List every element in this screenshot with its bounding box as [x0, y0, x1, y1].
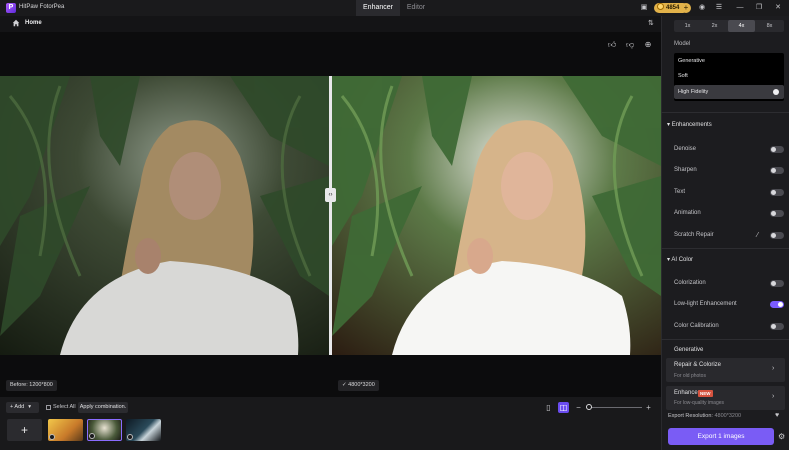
- scratch-repair-toggle[interactable]: [770, 232, 784, 239]
- apply-combination-button[interactable]: Apply combination.: [78, 402, 128, 413]
- select-all-checkbox[interactable]: [46, 405, 51, 410]
- after-image: [332, 76, 661, 355]
- maximize-icon[interactable]: ❐: [754, 3, 764, 13]
- thumbs-down-icon[interactable]: 👎︎: [625, 40, 635, 50]
- coin-icon: [657, 3, 664, 10]
- chevron-right-icon: ›: [772, 365, 775, 372]
- home-icon[interactable]: [12, 19, 20, 27]
- thumbnail-1[interactable]: [48, 419, 83, 441]
- model-high-fidelity-label: High Fidelity: [678, 89, 709, 95]
- color-calibration-label: Color Calibration: [674, 323, 719, 329]
- thumbnail-3[interactable]: [126, 419, 161, 441]
- animation-toggle[interactable]: [770, 210, 784, 217]
- breadcrumb-home[interactable]: Home: [25, 20, 42, 26]
- divider-handle[interactable]: ‹›: [325, 188, 336, 202]
- magic-wand-icon[interactable]: ⁄: [757, 232, 765, 240]
- zoom-in-icon[interactable]: +: [643, 402, 654, 413]
- help-icon[interactable]: ◉: [697, 3, 707, 13]
- sharpen-toggle[interactable]: [770, 167, 784, 174]
- denoise-label: Denoise: [674, 146, 697, 152]
- split-view-icon[interactable]: ◫: [558, 402, 569, 413]
- app-logo: P: [6, 3, 16, 13]
- scale-1x[interactable]: 1x: [674, 20, 701, 32]
- scale-4x[interactable]: 4x: [728, 20, 755, 32]
- add-coins-icon[interactable]: +: [681, 3, 691, 13]
- thumbnail-badge-icon: [89, 433, 95, 439]
- compare-divider[interactable]: [329, 76, 332, 355]
- scale-8x[interactable]: 8x: [756, 20, 783, 32]
- export-button[interactable]: Export 1 images: [668, 428, 774, 445]
- before-image: [0, 76, 329, 355]
- single-view-icon[interactable]: ▯: [543, 402, 554, 413]
- animation-label: Animation: [674, 210, 701, 216]
- divider: [661, 112, 789, 113]
- text-toggle[interactable]: [770, 189, 784, 196]
- model-generative[interactable]: Generative: [678, 58, 705, 64]
- menu-icon[interactable]: ☰: [714, 3, 724, 13]
- enhancer-card-title: Enhancer: [674, 390, 700, 396]
- sharpen-label: Sharpen: [674, 167, 697, 173]
- scale-2x[interactable]: 2x: [701, 20, 728, 32]
- calendar-icon[interactable]: ▣: [639, 3, 649, 13]
- add-button[interactable]: + Add ▾: [6, 402, 39, 413]
- chevron-right-icon: ›: [772, 393, 775, 400]
- generative-header: Generative: [674, 347, 704, 353]
- enhancer-card-subtitle: For low-quality images: [674, 400, 725, 406]
- select-all-label[interactable]: Select All: [53, 404, 76, 410]
- text-label: Text: [674, 189, 686, 195]
- colorization-toggle[interactable]: [770, 280, 784, 287]
- shield-icon[interactable]: ♥: [775, 412, 779, 419]
- thumbnail-badge-icon: [127, 434, 133, 440]
- chevron-down-icon: ▾: [28, 404, 31, 410]
- color-calibration-toggle[interactable]: [770, 323, 784, 330]
- ai-color-header[interactable]: ▾ AI Color: [667, 256, 693, 263]
- repair-colorize-title: Repair & Colorize: [674, 362, 722, 368]
- scratch-repair-label: Scratch Repair: [674, 232, 714, 238]
- model-soft[interactable]: Soft: [678, 73, 688, 79]
- divider: [661, 248, 789, 249]
- export-resolution: Export Resolution: 4800*3200: [668, 413, 742, 419]
- colorization-label: Colorization: [674, 280, 706, 286]
- zoom-slider-track[interactable]: [589, 407, 642, 408]
- selected-check-icon: [773, 89, 779, 95]
- thumbnail-badge-icon: [49, 434, 55, 440]
- compare-swap-icon[interactable]: ⇅: [648, 19, 654, 27]
- breadcrumb: [0, 16, 661, 32]
- divider: [661, 339, 789, 340]
- minimize-icon[interactable]: —: [735, 3, 745, 13]
- low-light-label: Low-light Enhancement: [674, 301, 737, 307]
- add-image-tile[interactable]: +: [7, 419, 42, 441]
- new-badge: NEW: [698, 390, 713, 397]
- zoom-slider-knob[interactable]: [586, 404, 592, 410]
- app-title: HitPaw FotorPea: [19, 4, 65, 10]
- repair-colorize-subtitle: For old photos: [674, 373, 706, 379]
- tab-editor[interactable]: Editor: [400, 0, 432, 16]
- gear-icon[interactable]: ⚙: [778, 432, 785, 441]
- low-light-toggle[interactable]: [770, 301, 784, 308]
- coin-count: 4854: [666, 5, 680, 11]
- before-size-label: Before: 1200*800: [6, 380, 57, 391]
- model-label: Model: [674, 41, 691, 47]
- thumbnail-2[interactable]: [87, 419, 122, 441]
- after-size-label: ✓ 4800*3200: [338, 380, 379, 391]
- zoom-out-icon[interactable]: −: [573, 402, 584, 413]
- close-icon[interactable]: ✕: [773, 3, 783, 13]
- denoise-toggle[interactable]: [770, 146, 784, 153]
- enhancements-header[interactable]: ▾ Enhancements: [667, 121, 712, 128]
- zoom-icon[interactable]: ⊕: [643, 40, 653, 50]
- thumbs-up-icon[interactable]: 👍︎: [607, 40, 617, 50]
- tab-enhancer[interactable]: Enhancer: [356, 0, 400, 16]
